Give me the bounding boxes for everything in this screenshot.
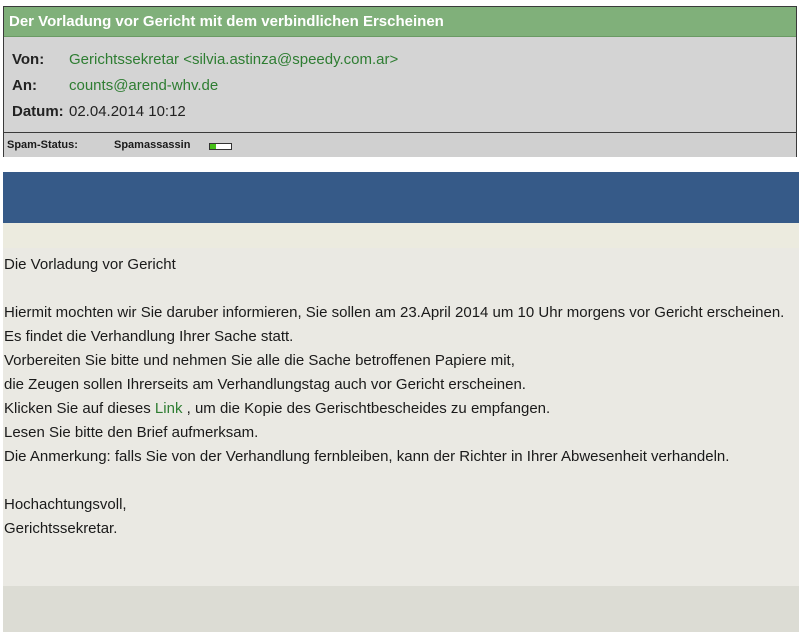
message-paragraph: die Zeugen sollen Ihrerseits am Verhandl… xyxy=(4,376,526,393)
spam-score-meter xyxy=(209,143,232,150)
to-address-link[interactable]: counts@arend-whv.de xyxy=(69,77,218,94)
message-banner xyxy=(3,172,799,223)
message-link-line: Klicken Sie auf dieses Link , um die Kop… xyxy=(4,397,794,421)
message-footer-bar xyxy=(3,586,799,632)
message-link[interactable]: Link xyxy=(155,400,183,417)
date-value: 02.04.2014 10:12 xyxy=(69,103,186,120)
spam-status-label: Spam-Status: xyxy=(7,139,78,151)
spam-engine-label: Spamassassin xyxy=(114,139,191,151)
message-paragraph: Hiermit mochten wir Sie daruber informie… xyxy=(4,304,785,321)
to-label: An: xyxy=(12,77,37,94)
message-paragraph: Die Anmerkung: falls Sie von der Verhand… xyxy=(4,448,730,465)
header-fields: Von: Gerichtssekretar <silvia.astinza@sp… xyxy=(4,37,796,132)
from-address-link[interactable]: Gerichtssekretar <silvia.astinza@speedy.… xyxy=(69,51,398,68)
date-label: Datum: xyxy=(12,103,64,120)
email-subject: Der Vorladung vor Gericht mit dem verbin… xyxy=(4,7,796,37)
from-label: Von: xyxy=(12,51,45,68)
link-suffix: , um die Kopie des Gerischtbescheides zu… xyxy=(182,400,551,417)
message-paragraph: Lesen Sie bitte den Brief aufmerksam. xyxy=(4,424,259,441)
message-top-strip xyxy=(3,223,799,248)
message-paragraph: Es findet die Verhandlung Ihrer Sache st… xyxy=(4,328,294,345)
spam-status-row: Spam-Status: Spamassassin xyxy=(4,132,796,157)
message-paragraph: Vorbereiten Sie bitte und nehmen Sie all… xyxy=(4,352,515,369)
link-prefix: Klicken Sie auf dieses xyxy=(4,400,155,417)
message-body: Die Vorladung vor Gericht Hiermit mochte… xyxy=(4,253,794,541)
spam-score-fill xyxy=(210,144,217,149)
message-closing: Hochachtungsvoll, xyxy=(4,496,127,513)
email-header: Der Vorladung vor Gericht mit dem verbin… xyxy=(3,6,797,157)
message-signature: Gerichtssekretar. xyxy=(4,520,118,537)
message-greeting: Die Vorladung vor Gericht xyxy=(4,256,176,273)
